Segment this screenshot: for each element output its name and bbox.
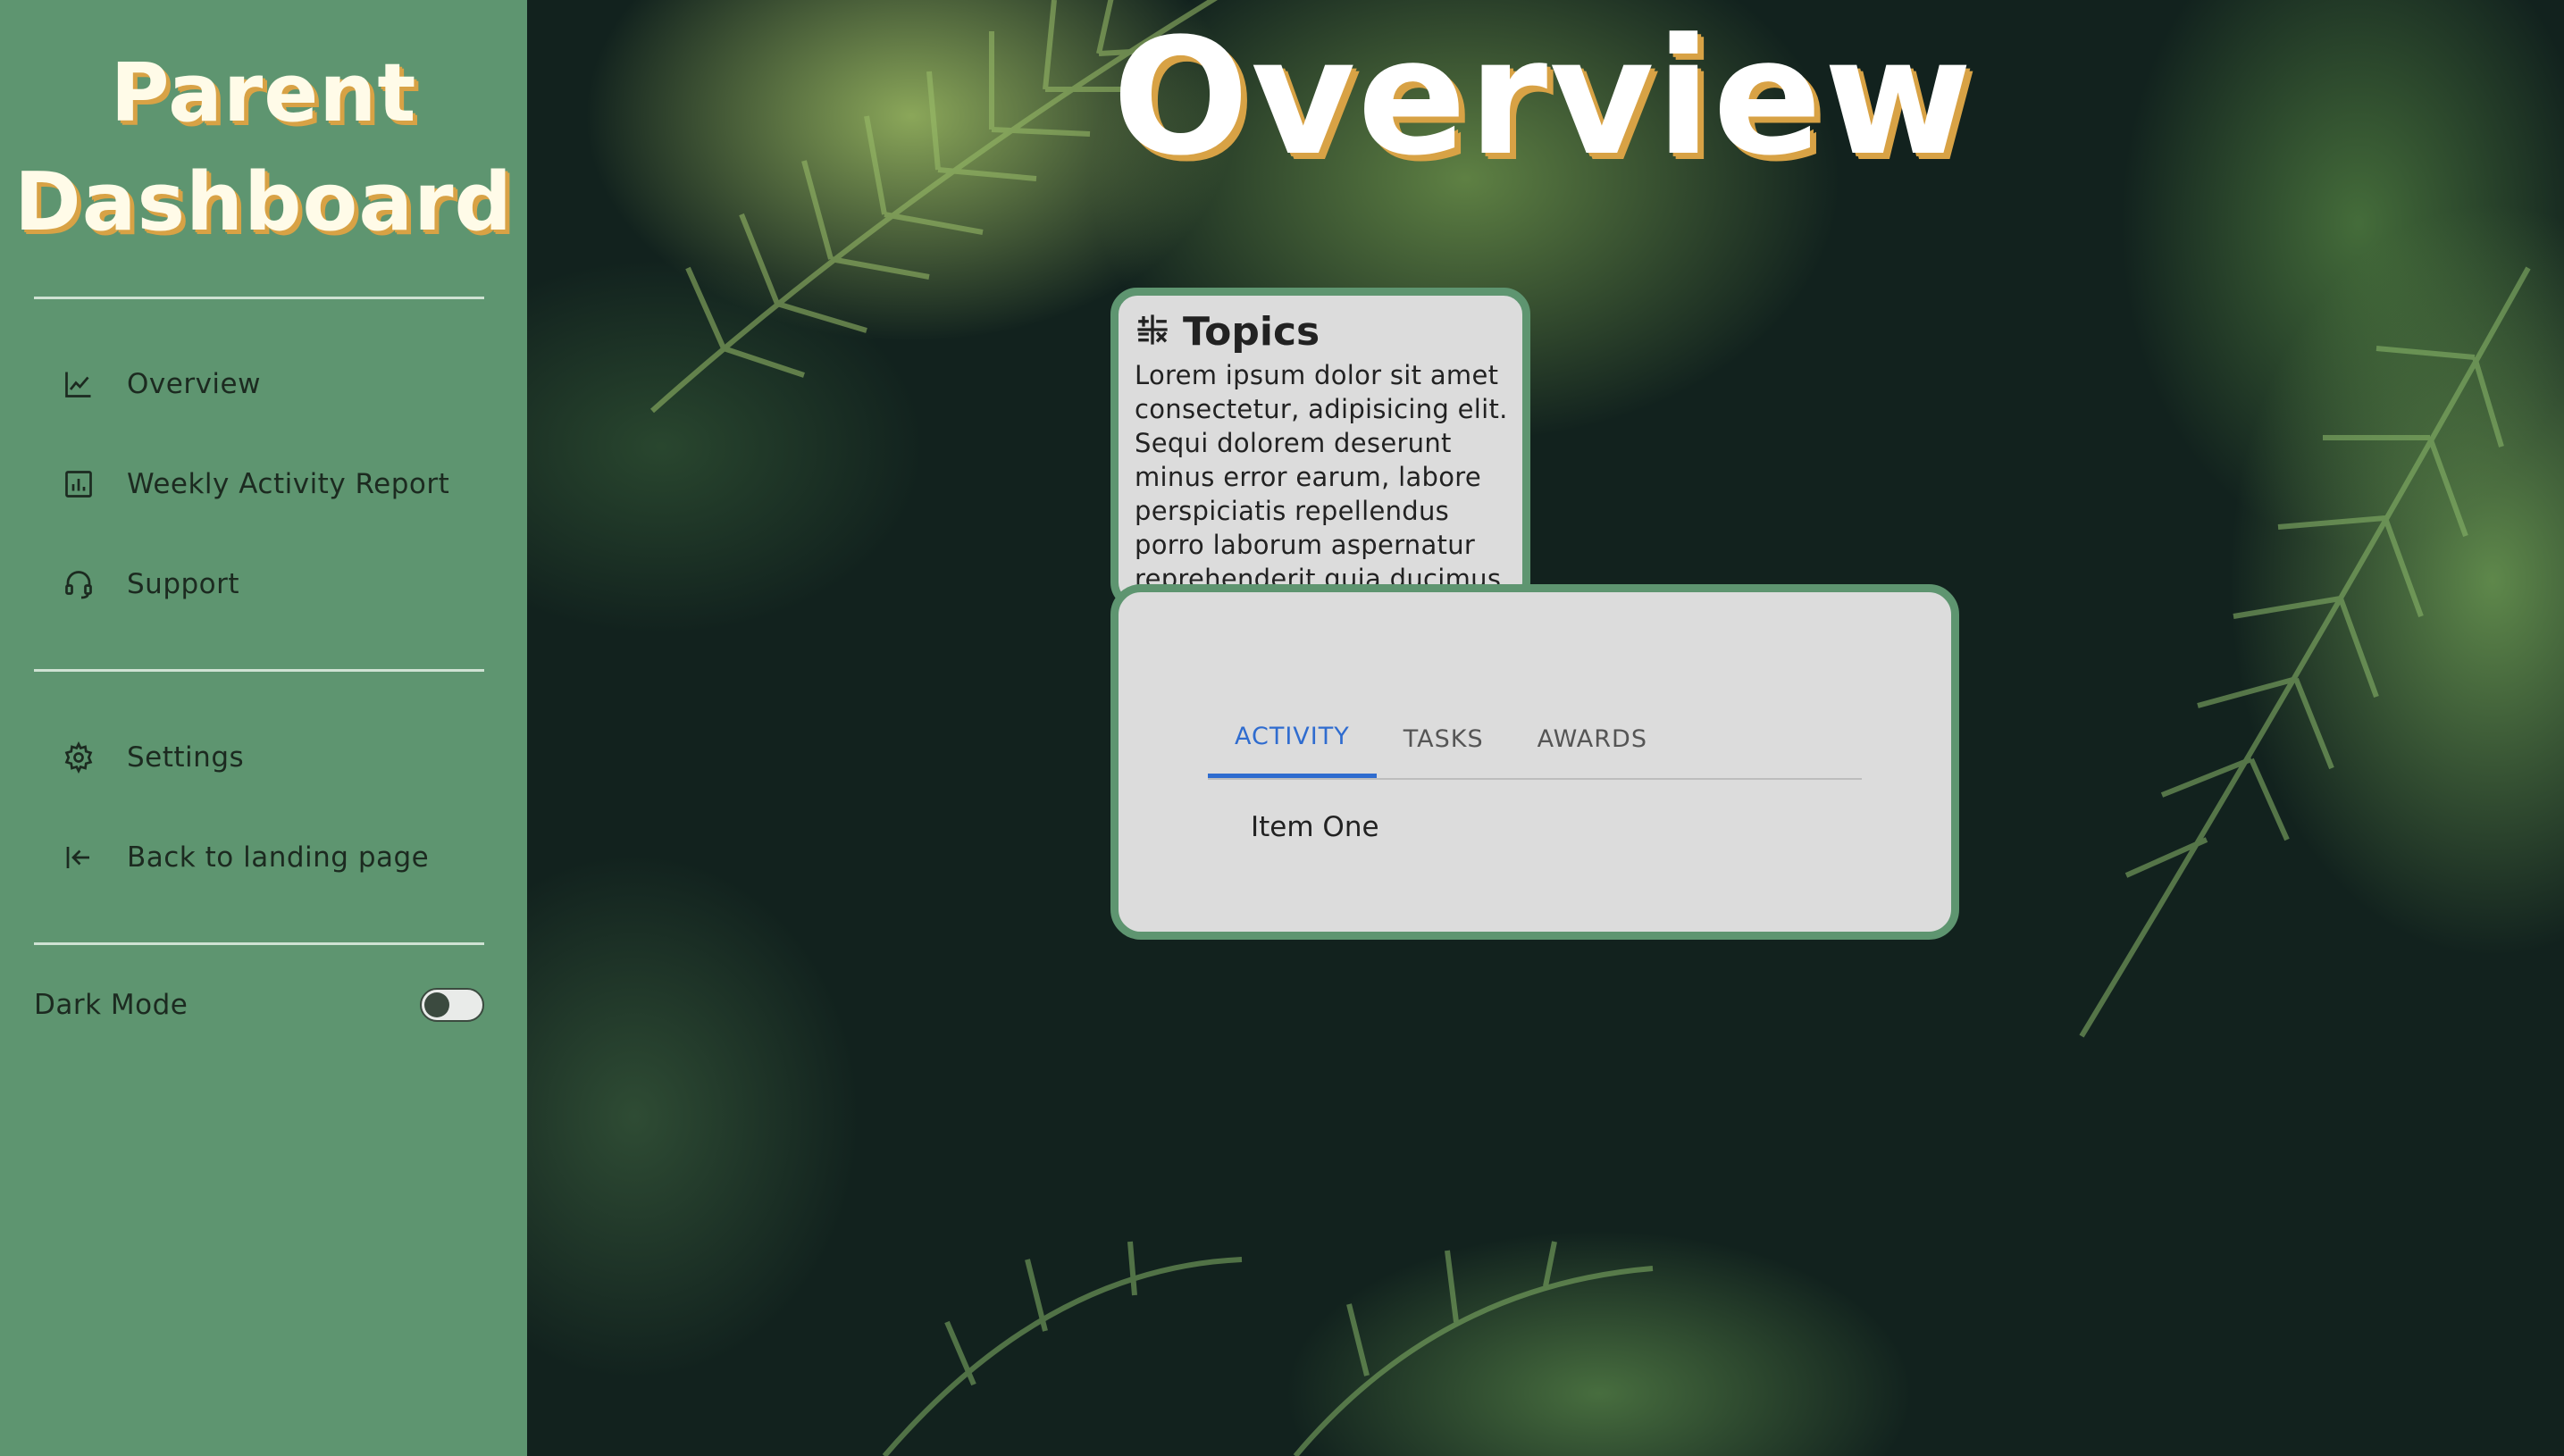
tab-activity[interactable]: ACTIVITY [1208, 699, 1377, 778]
dark-mode-label: Dark Mode [34, 989, 189, 1021]
sidebar-item-weekly-activity-report[interactable]: Weekly Activity Report [34, 439, 484, 529]
dark-mode-row: Dark Mode [34, 978, 484, 1032]
sidebar: Parent Dashboard Overview Weekly Activit… [0, 0, 527, 1456]
fern-decoration-icon [882, 1241, 1654, 1456]
gear-icon [34, 741, 127, 774]
tabs-bar: ACTIVITY TASKS AWARDS [1208, 699, 1862, 780]
tab-panel-content: Item One [1251, 811, 1379, 843]
calculator-icon [1135, 312, 1183, 351]
topics-body-text: Lorem ipsum dolor sit amet consectetur, … [1135, 360, 1508, 594]
sidebar-item-label: Overview [127, 368, 261, 400]
sidebar-item-label: Weekly Activity Report [127, 468, 450, 500]
headset-icon [34, 568, 127, 600]
sidebar-item-label: Back to landing page [127, 841, 430, 874]
sidebar-item-settings[interactable]: Settings [34, 713, 484, 802]
sidebar-divider-middle [34, 669, 484, 672]
app-root: Parent Dashboard Overview Weekly Activit… [0, 0, 2564, 1456]
fern-decoration-icon [2079, 266, 2531, 1038]
page-title: Overview [1112, 4, 1974, 191]
main-content: Overview Topics Lorem ipsum dolor sit am… [527, 0, 2564, 1456]
topics-card: Topics Lorem ipsum dolor sit amet consec… [1110, 288, 1530, 609]
sidebar-item-overview[interactable]: Overview [34, 339, 484, 429]
exit-icon [34, 841, 127, 874]
brand-line-2: Dashboard [14, 155, 513, 249]
tab-awards[interactable]: AWARDS [1511, 699, 1674, 778]
sidebar-divider-bottom [34, 942, 484, 945]
brand-title: Parent Dashboard [0, 39, 527, 257]
sidebar-item-support[interactable]: Support [34, 540, 484, 629]
sidebar-divider-top [34, 297, 484, 299]
sidebar-item-label: Support [127, 568, 240, 600]
dark-mode-toggle[interactable] [420, 988, 484, 1022]
topics-title: Topics [1183, 308, 1320, 355]
tab-tasks[interactable]: TASKS [1377, 699, 1511, 778]
tabs-card: ACTIVITY TASKS AWARDS Item One [1110, 584, 1959, 940]
brand-line-1: Parent [110, 46, 417, 140]
bar-chart-icon [34, 468, 127, 500]
line-chart-icon [34, 368, 127, 400]
toggle-knob [424, 992, 449, 1017]
topics-header: Topics [1135, 308, 1510, 355]
sidebar-item-back-to-landing[interactable]: Back to landing page [34, 813, 484, 902]
sidebar-item-label: Settings [127, 741, 245, 774]
